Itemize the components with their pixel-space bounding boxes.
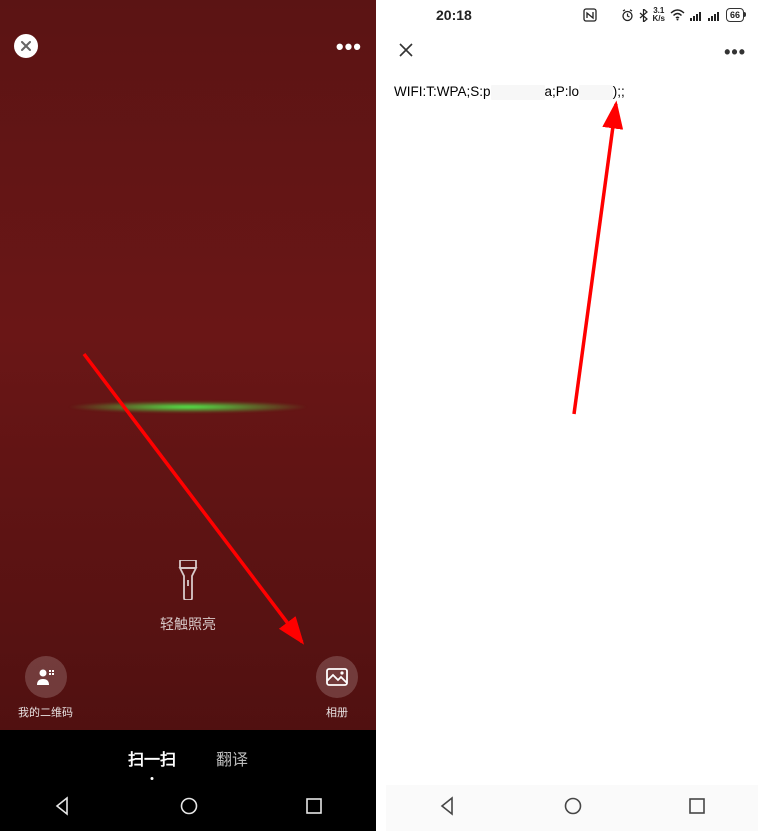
android-nav-bar-right: [386, 785, 758, 831]
tab-translate[interactable]: 翻译: [216, 742, 248, 774]
scanner-tabs: 扫一扫 翻译: [0, 730, 376, 785]
close-button-right[interactable]: [398, 42, 414, 63]
wifi-result-text: WIFI:T:WPA;S:pxxxxxxxxa;P:loxxxxx);;: [394, 84, 625, 99]
battery-indicator: 66: [726, 8, 744, 22]
recent-icon: [305, 797, 323, 815]
nav-home-button[interactable]: [563, 796, 583, 821]
annotation-arrow-right: [564, 94, 634, 424]
album-label: 相册: [326, 704, 348, 720]
my-qr-icon: [35, 666, 57, 688]
album-icon: [326, 668, 348, 686]
nav-recent-button[interactable]: [688, 797, 706, 820]
flashlight-button[interactable]: 轻触照亮: [160, 560, 216, 634]
network-speed: 3.1K/s: [653, 7, 665, 23]
nav-recent-button[interactable]: [305, 797, 323, 820]
scan-result-content: WIFI:T:WPA;S:pxxxxxxxxa;P:loxxxxx);;: [386, 74, 758, 785]
flashlight-icon: [174, 560, 202, 600]
result-header: •••: [386, 30, 758, 74]
scanner-screen: ••• 轻触照亮: [0, 0, 376, 831]
my-qr-button[interactable]: 我的二维码: [18, 656, 73, 720]
signal-icon: [690, 10, 703, 21]
scan-laser-line: [20, 395, 356, 419]
back-icon: [53, 796, 73, 816]
my-qr-label: 我的二维码: [18, 704, 73, 720]
signal-icon: [708, 10, 721, 21]
result-screen: 20:18 3.1K/s 66 ••• WIFI:T:WPA;S:pxxxxxx…: [386, 0, 758, 831]
tab-scan[interactable]: 扫一扫: [128, 742, 176, 774]
android-nav-bar-left: [0, 785, 376, 831]
screenshot-divider: [376, 0, 386, 831]
nav-back-button[interactable]: [53, 796, 73, 821]
recent-icon: [688, 797, 706, 815]
more-icon: •••: [724, 42, 746, 62]
wifi-icon: [670, 9, 685, 21]
redacted-ssid: xxxxxxxx: [491, 85, 545, 100]
status-bar: 20:18 3.1K/s 66: [386, 0, 758, 30]
more-button-left[interactable]: •••: [336, 34, 362, 60]
scanner-bottom-actions: 我的二维码 相册: [0, 656, 376, 720]
nfc-icon: [583, 8, 597, 22]
close-x-icon: [398, 42, 414, 58]
close-icon: [21, 41, 31, 51]
back-icon: [438, 796, 458, 816]
home-icon: [563, 796, 583, 816]
scanner-viewport: ••• 轻触照亮: [0, 0, 376, 730]
more-button-right[interactable]: •••: [724, 42, 746, 63]
nav-back-button[interactable]: [438, 796, 458, 821]
alarm-icon: [621, 9, 634, 22]
flashlight-label: 轻触照亮: [160, 614, 216, 634]
status-time: 20:18: [436, 7, 472, 23]
home-icon: [179, 796, 199, 816]
close-button[interactable]: [14, 34, 38, 58]
bluetooth-icon: [639, 9, 648, 22]
redacted-password: xxxxx: [579, 85, 613, 100]
nav-home-button[interactable]: [179, 796, 199, 821]
album-button[interactable]: 相册: [316, 656, 358, 720]
more-icon: •••: [336, 34, 362, 59]
